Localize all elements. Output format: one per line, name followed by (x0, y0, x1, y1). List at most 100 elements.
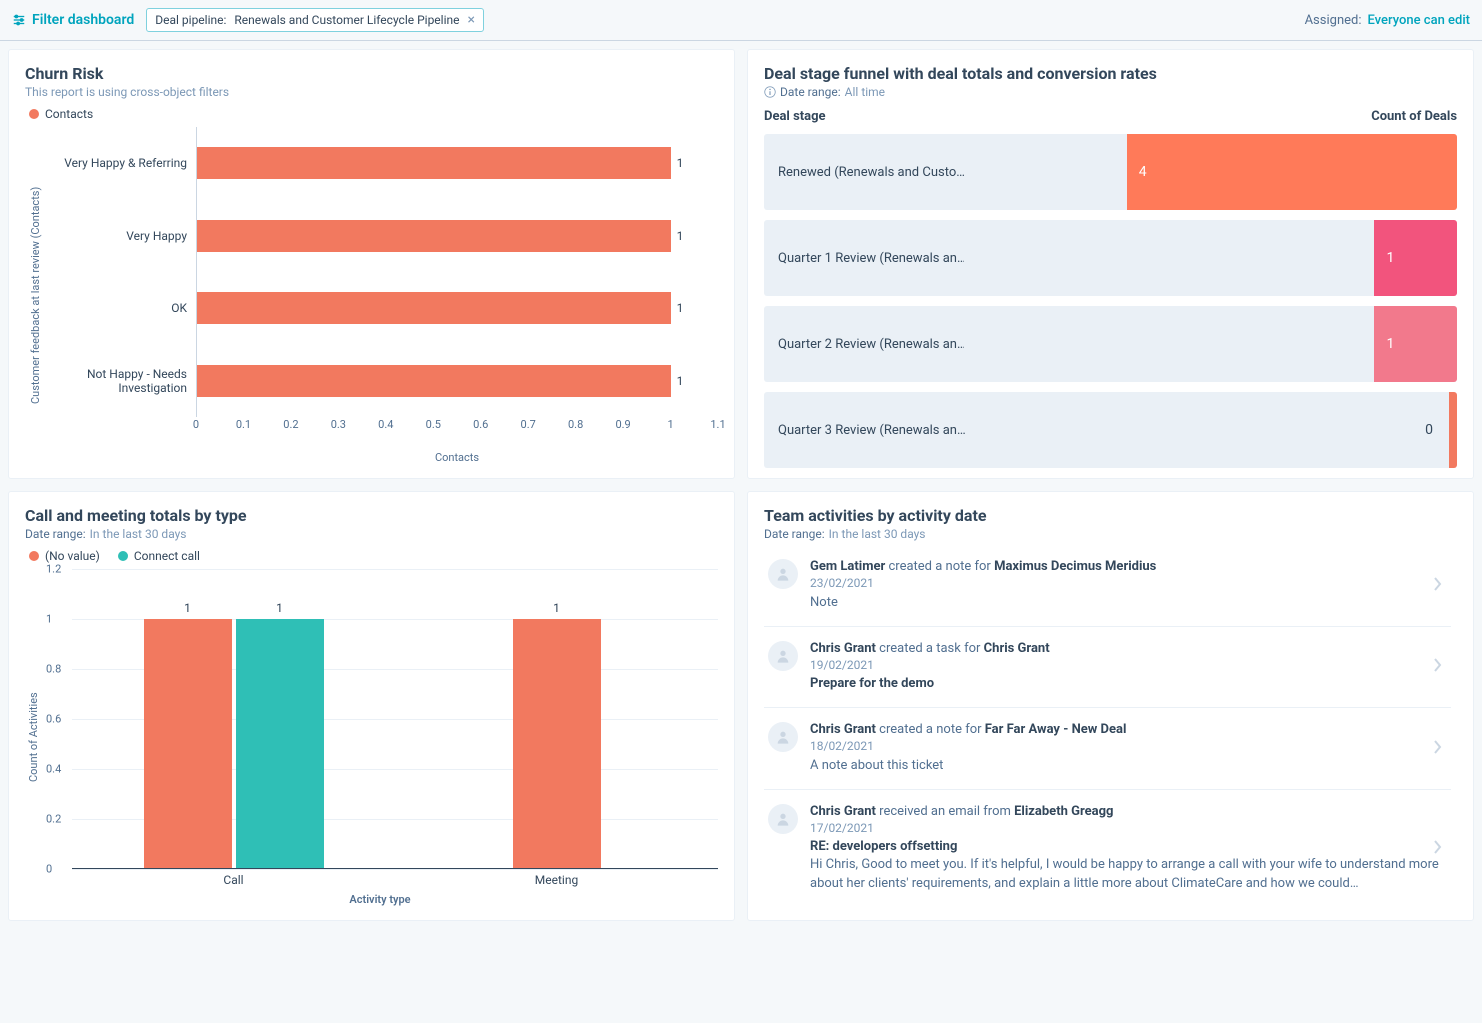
activity-subject: Prepare for the demo (810, 676, 1447, 691)
axis-tick: Call (72, 869, 395, 887)
chart-bar[interactable]: OK 1 (197, 288, 718, 328)
x-axis-label: Contacts (196, 451, 718, 464)
date-range-value: In the last 30 days (90, 527, 187, 541)
chevron-right-icon (1433, 740, 1443, 758)
filter-dashboard-button[interactable]: Filter dashboard (12, 12, 134, 28)
y-axis-label: Count of Activities (25, 569, 42, 906)
assigned-label: Assigned: (1305, 13, 1362, 28)
legend-no-value[interactable]: (No value) (29, 549, 100, 563)
chevron-right-icon (1433, 658, 1443, 676)
card-subtext: This report is using cross-object filter… (25, 85, 718, 99)
activity-date: 23/02/2021 (810, 576, 1447, 590)
axis-tick: 0.2 (283, 418, 298, 431)
bar-label: OK (42, 301, 187, 315)
chevron-right-icon (1433, 577, 1443, 595)
funnel-row[interactable]: Quarter 3 Review (Renewals an… 0 (764, 392, 1457, 468)
axis-tick: 1 (667, 418, 673, 431)
date-range-value: In the last 30 days (829, 527, 926, 541)
funnel-count: 1 (1386, 336, 1394, 352)
activity-summary: Chris Grant received an email from Eliza… (810, 804, 1447, 819)
funnel-count: 4 (1139, 164, 1147, 180)
axis-tick: 0.1 (236, 418, 251, 431)
card-title: Churn Risk (25, 64, 718, 83)
filter-pill[interactable]: Deal pipeline: Renewals and Customer Lif… (146, 8, 484, 32)
axis-tick: 1.1 (710, 418, 725, 431)
axis-tick: 0.8 (46, 663, 61, 676)
bar-value: 1 (677, 229, 684, 243)
filter-dashboard-label: Filter dashboard (32, 12, 134, 28)
funnel-col-count: Count of Deals (1371, 109, 1457, 124)
chart-bar[interactable]: 1 (144, 619, 232, 868)
pill-prefix: Deal pipeline: (155, 13, 226, 27)
activity-date: 18/02/2021 (810, 739, 1447, 753)
activity-snippet: Hi Chris, Good to meet you. If it's help… (810, 856, 1447, 892)
card-team-activities: Team activities by activity date Date ra… (747, 491, 1474, 921)
axis-tick: 1.2 (46, 563, 61, 576)
activity-date: 19/02/2021 (810, 658, 1447, 672)
funnel-bar (1449, 392, 1457, 468)
funnel-stage-label: Renewed (Renewals and Custo… (764, 134, 964, 210)
card-title: Deal stage funnel with deal totals and c… (764, 64, 1457, 83)
activity-subject: RE: developers offsetting (810, 839, 1447, 854)
funnel-stage-label: Quarter 2 Review (Renewals an… (764, 306, 964, 382)
avatar-icon (768, 559, 798, 589)
funnel-count: 1 (1386, 250, 1394, 266)
axis-tick: 0.7 (521, 418, 536, 431)
dashboard-header: Filter dashboard Deal pipeline: Renewals… (0, 0, 1482, 41)
calls-chart: Count of Activities 00.20.40.60.811.2111… (25, 569, 718, 906)
bar-group: 1 (395, 569, 718, 869)
legend-swatch-icon (118, 551, 128, 561)
avatar-icon (768, 804, 798, 834)
chart-bar[interactable]: Very Happy & Referring 1 (197, 143, 718, 183)
legend-connect-call[interactable]: Connect call (118, 549, 200, 563)
sliders-icon (12, 13, 26, 27)
funnel-bar: 4 (1127, 134, 1457, 210)
funnel-col-stage: Deal stage (764, 109, 826, 124)
date-range-label: Date range: (764, 527, 825, 541)
bar-value: 1 (184, 601, 191, 615)
axis-tick: 0 (193, 418, 199, 431)
funnel-row[interactable]: Quarter 2 Review (Renewals an… 1 (764, 306, 1457, 382)
axis-tick: 0.3 (331, 418, 346, 431)
card-title: Call and meeting totals by type (25, 506, 718, 525)
bar-fill (197, 365, 671, 397)
funnel-stage-label: Quarter 3 Review (Renewals an… (764, 392, 1389, 468)
axis-tick: 1 (46, 613, 52, 626)
chart-bar[interactable]: Very Happy 1 (197, 216, 718, 256)
info-icon (764, 86, 776, 98)
pill-value: Renewals and Customer Lifecycle Pipeline (234, 13, 459, 27)
card-churn-risk: Churn Risk This report is using cross-ob… (8, 49, 735, 479)
close-icon[interactable]: × (468, 13, 475, 27)
avatar-icon (768, 641, 798, 671)
bar-fill (197, 220, 671, 252)
chart-bar[interactable]: 1 (513, 619, 601, 868)
chart-bar[interactable]: 1 (236, 619, 324, 868)
axis-tick: Meeting (395, 869, 718, 887)
bar-label: Very Happy (42, 229, 187, 243)
activity-item[interactable]: Chris Grant received an email from Eliza… (764, 790, 1451, 906)
axis-tick: 0 (46, 863, 52, 876)
funnel-count: 0 (1389, 392, 1449, 468)
axis-tick: 0.9 (615, 418, 630, 431)
activity-item[interactable]: Gem Latimer created a note for Maximus D… (764, 545, 1451, 627)
axis-tick: 0.4 (46, 763, 61, 776)
activity-summary: Chris Grant created a task for Chris Gra… (810, 641, 1447, 656)
bar-value: 1 (677, 156, 684, 170)
bar-fill (197, 292, 671, 324)
date-range-label: Date range: (25, 527, 86, 541)
date-range-label: Date range: (780, 85, 841, 99)
activity-summary: Gem Latimer created a note for Maximus D… (810, 559, 1447, 574)
bar-label: Very Happy & Referring (42, 156, 187, 170)
legend-item-contacts[interactable]: Contacts (29, 107, 93, 121)
activity-item[interactable]: Chris Grant created a task for Chris Gra… (764, 627, 1451, 708)
axis-tick: 0.4 (378, 418, 393, 431)
funnel-row[interactable]: Quarter 1 Review (Renewals an… 1 (764, 220, 1457, 296)
activity-snippet: A note about this ticket (810, 757, 1447, 775)
assigned-dropdown[interactable]: Everyone can edit (1368, 13, 1471, 28)
bar-value: 1 (677, 301, 684, 315)
activity-snippet: Note (810, 594, 1447, 612)
chart-bar[interactable]: Not Happy - Needs Investigation 1 (197, 361, 718, 401)
activities-list[interactable]: Gem Latimer created a note for Maximus D… (764, 545, 1457, 906)
activity-item[interactable]: Chris Grant created a note for Far Far A… (764, 708, 1451, 790)
funnel-row[interactable]: Renewed (Renewals and Custo… 4 (764, 134, 1457, 210)
